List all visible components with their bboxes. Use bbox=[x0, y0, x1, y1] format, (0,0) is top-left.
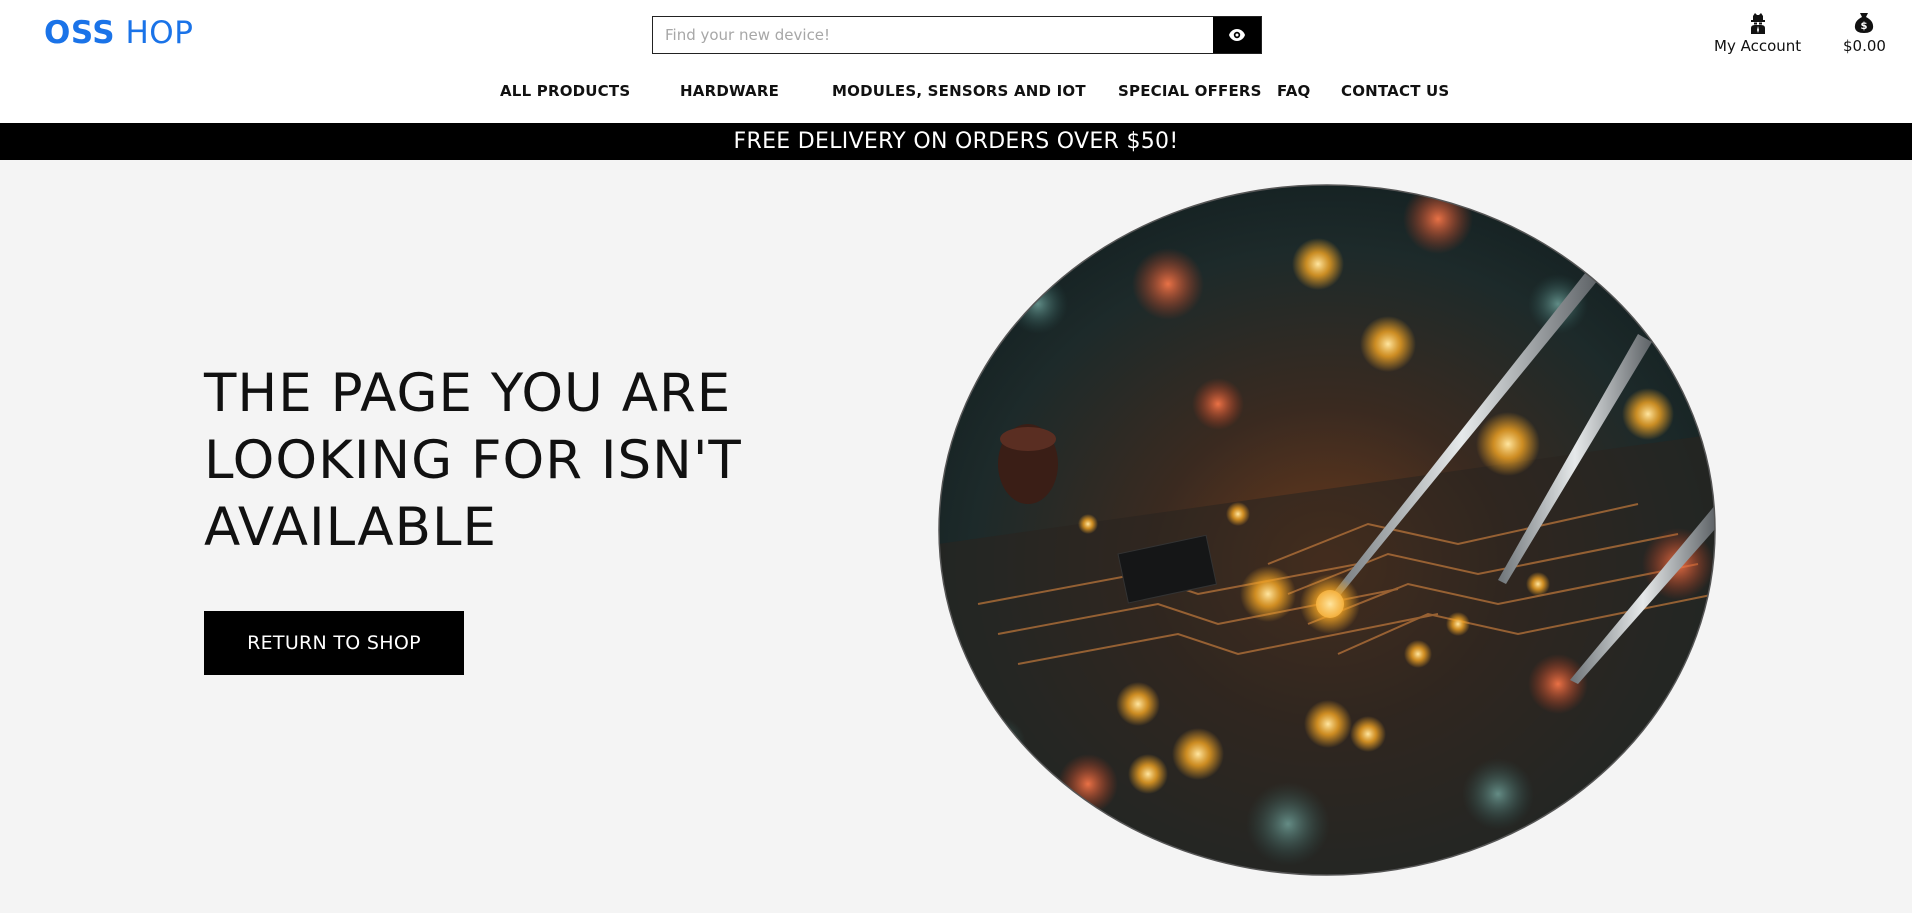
nav-item-faq[interactable]: FAQ bbox=[1277, 82, 1311, 100]
main-content: THE PAGE YOU ARE LOOKING FOR ISN'T AVAIL… bbox=[0, 160, 1912, 913]
eye-icon bbox=[1229, 29, 1245, 41]
site-header: OSS HOP My Account bbox=[0, 0, 1912, 122]
nav-item-special-offers[interactable]: SPECIAL OFFERS bbox=[1118, 82, 1262, 100]
nav-item-all-products[interactable]: ALL PRODUCTS bbox=[500, 82, 630, 100]
nav-item-modules-sensors-iot[interactable]: MODULES, SENSORS AND IOT bbox=[832, 82, 1086, 100]
search-input[interactable] bbox=[653, 17, 1213, 53]
cart-total: $0.00 bbox=[1843, 37, 1886, 55]
cart-link[interactable]: $ $0.00 bbox=[1843, 10, 1886, 56]
nav-item-contact-us[interactable]: CONTACT US bbox=[1341, 82, 1449, 100]
account-icon bbox=[1748, 10, 1768, 36]
search-button[interactable] bbox=[1213, 17, 1261, 53]
site-logo[interactable]: OSS HOP bbox=[44, 14, 193, 52]
promo-banner: FREE DELIVERY ON ORDERS OVER $50! bbox=[0, 123, 1912, 160]
nav-item-hardware[interactable]: HARDWARE bbox=[680, 82, 779, 100]
logo-part1: OSS bbox=[44, 15, 116, 51]
search-bar bbox=[652, 16, 1262, 54]
svg-text:$: $ bbox=[1861, 21, 1868, 32]
money-bag-icon: $ bbox=[1853, 10, 1875, 36]
main-nav: ALL PRODUCTS HARDWARE MODULES, SENSORS A… bbox=[0, 82, 1912, 106]
my-account-link[interactable]: My Account bbox=[1714, 10, 1801, 56]
page-title: THE PAGE YOU ARE LOOKING FOR ISN'T AVAIL… bbox=[204, 363, 742, 558]
my-account-label: My Account bbox=[1714, 37, 1802, 55]
circuit-board-image bbox=[938, 184, 1716, 876]
logo-part2: HOP bbox=[125, 15, 194, 51]
return-to-shop-button[interactable]: RETURN TO SHOP bbox=[204, 611, 464, 675]
